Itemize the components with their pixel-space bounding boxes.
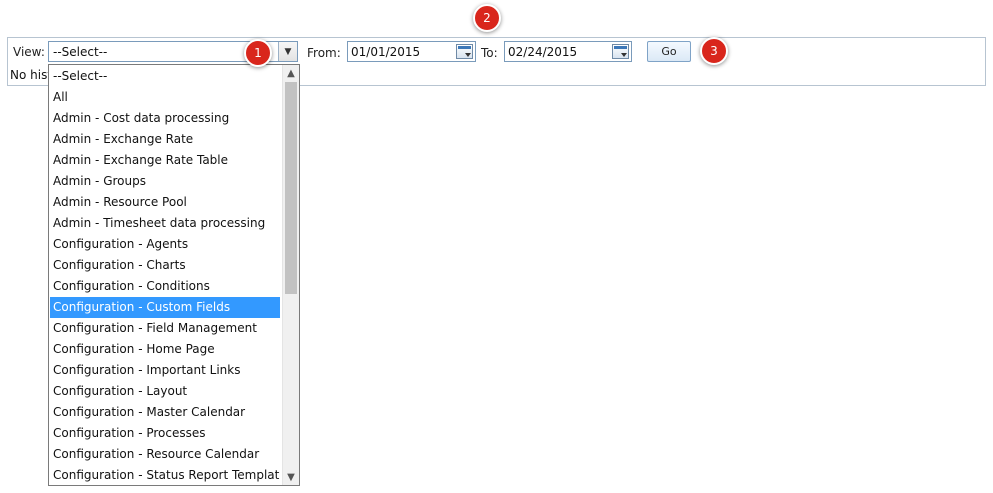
dropdown-option[interactable]: Admin - Cost data processing [50, 108, 280, 129]
view-label: View: [13, 45, 45, 59]
dropdown-option[interactable]: All [50, 87, 280, 108]
dropdown-option[interactable]: Configuration - Layout [50, 381, 280, 402]
status-text: No hist [10, 68, 53, 82]
to-date-value: 02/24/2015 [508, 45, 578, 59]
from-date-input[interactable]: 01/01/2015 [347, 41, 476, 62]
dropdown-option[interactable]: Configuration - Conditions [50, 276, 280, 297]
dropdown-option[interactable]: Admin - Timesheet data processing [50, 213, 280, 234]
to-label: To: [481, 46, 498, 60]
dropdown-option[interactable]: Configuration - Field Management [50, 318, 280, 339]
dropdown-option[interactable]: Configuration - Resource Calendar [50, 444, 280, 465]
view-select-value: --Select-- [53, 45, 108, 59]
dropdown-option-selected[interactable]: Configuration - Custom Fields [50, 297, 280, 318]
chevron-down-icon[interactable]: ▼ [278, 42, 297, 61]
calendar-icon[interactable] [612, 44, 629, 59]
dropdown-option[interactable]: Configuration - Charts [50, 255, 280, 276]
callout-badge-1: 1 [244, 39, 272, 67]
from-date-value: 01/01/2015 [351, 45, 421, 59]
dropdown-scrollbar[interactable]: ▲ ▼ [282, 65, 299, 485]
chevron-down-icon[interactable]: ▼ [283, 469, 299, 485]
calendar-icon[interactable] [456, 44, 473, 59]
dropdown-option[interactable]: Configuration - Status Report Templates [50, 465, 280, 485]
dropdown-option[interactable]: Admin - Resource Pool [50, 192, 280, 213]
dropdown-option[interactable]: Configuration - Important Links [50, 360, 280, 381]
callout-badge-2: 2 [473, 4, 501, 32]
dropdown-option[interactable]: Configuration - Master Calendar [50, 402, 280, 423]
dropdown-option[interactable]: Admin - Exchange Rate [50, 129, 280, 150]
callout-badge-3: 3 [700, 37, 728, 65]
view-dropdown-list[interactable]: --Select-- All Admin - Cost data process… [48, 64, 300, 486]
dropdown-option[interactable]: Admin - Exchange Rate Table [50, 150, 280, 171]
dropdown-option[interactable]: Configuration - Home Page [50, 339, 280, 360]
go-button[interactable]: Go [647, 41, 691, 62]
to-date-input[interactable]: 02/24/2015 [504, 41, 632, 62]
dropdown-option[interactable]: Configuration - Processes [50, 423, 280, 444]
from-label: From: [307, 46, 341, 60]
dropdown-option[interactable]: Admin - Groups [50, 171, 280, 192]
dropdown-option[interactable]: --Select-- [50, 66, 280, 87]
scroll-thumb[interactable] [285, 82, 297, 294]
chevron-up-icon[interactable]: ▲ [283, 65, 299, 81]
dropdown-option[interactable]: Configuration - Agents [50, 234, 280, 255]
